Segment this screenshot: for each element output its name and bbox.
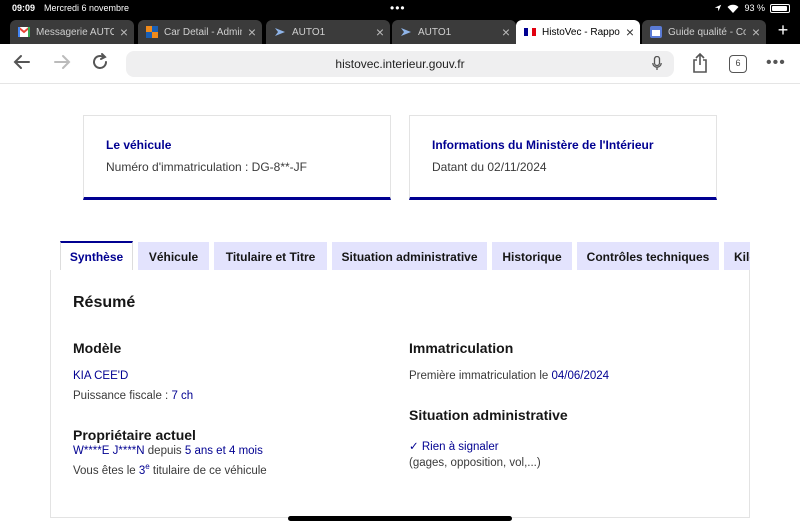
close-icon[interactable]: ×	[502, 24, 510, 40]
model-name: KIA CEE'D	[73, 370, 129, 382]
reload-icon	[93, 53, 107, 69]
browser-tab-title: Messagerie AUTO1	[36, 26, 114, 38]
admin-heading: Situation administrative	[409, 407, 568, 423]
close-icon[interactable]: ×	[752, 24, 760, 40]
vehicle-card-text: Numéro d'immatriculation : DG-8**-JF	[106, 160, 308, 174]
tab-titulaire[interactable]: Titulaire et Titre	[214, 242, 327, 271]
status-date: Mercredi 6 novembre	[44, 3, 130, 13]
tab-synthese[interactable]: Synthèse	[60, 241, 133, 271]
browser-tab-bar: Messagerie AUTO1 × Car Detail - Admin × …	[0, 18, 800, 44]
share-button[interactable]	[688, 52, 712, 76]
home-indicator[interactable]	[288, 516, 512, 521]
back-button[interactable]	[10, 52, 34, 76]
browser-tab[interactable]: Car Detail - Admin ×	[138, 20, 262, 44]
check-icon: ✓	[409, 441, 419, 453]
browser-tab-title: Car Detail - Admin	[164, 26, 242, 38]
registration-label: Première immatriculation le	[409, 370, 552, 382]
address-bar[interactable]: histovec.interieur.gouv.fr	[126, 51, 674, 77]
owner-rank-suffix: titulaire de ce véhicule	[149, 464, 267, 477]
ministry-card: Informations du Ministère de l'Intérieur…	[409, 115, 717, 200]
share-icon	[693, 52, 707, 73]
browser-tab-title: HistoVec - Rapport	[542, 26, 620, 38]
battery-icon	[770, 3, 790, 13]
ministry-card-text: Datant du 02/11/2024	[432, 160, 547, 174]
tab-kilometrage[interactable]: Kilométrage	[724, 242, 750, 271]
new-tab-button[interactable]: +	[772, 20, 794, 41]
tab-historique[interactable]: Historique	[492, 242, 572, 271]
browser-tab-title: AUTO1	[292, 26, 326, 38]
registration-date: 04/06/2024	[551, 370, 610, 382]
reload-button[interactable]	[88, 52, 112, 76]
tab-vehicule[interactable]: Véhicule	[138, 242, 209, 271]
browser-tab-title: AUTO1	[418, 26, 452, 38]
admin-status-line: ✓ Rien à signaler	[409, 439, 499, 453]
more-options-icon[interactable]: •••	[766, 54, 786, 72]
tab-situation-administrative[interactable]: Situation administrative	[332, 242, 487, 271]
cardetail-icon	[146, 26, 158, 38]
admin-detail: (gages, opposition, vol,...)	[409, 457, 541, 469]
multitasking-dots-icon[interactable]: •••	[390, 1, 406, 15]
owner-heading: Propriétaire actuel	[73, 427, 196, 443]
browser-tab-active[interactable]: HistoVec - Rapport ×	[516, 20, 640, 44]
battery-percent: 93 %	[744, 3, 765, 13]
admin-status: Rien à signaler	[421, 441, 499, 453]
fiscal-power: Puissance fiscale : 7 ch	[73, 390, 193, 402]
forward-button[interactable]	[50, 52, 74, 76]
report-tabs: Synthèse Véhicule Titulaire et Titre Sit…	[60, 241, 750, 271]
owner-since-value: 5 ans et 4 mois	[184, 445, 263, 457]
fiscal-power-value: 7 ch	[171, 390, 194, 402]
wifi-icon	[727, 4, 739, 13]
location-icon	[715, 4, 722, 12]
owner-rank: Vous êtes le 3e titulaire de ce véhicule	[73, 462, 267, 477]
registration-line: Première immatriculation le 04/06/2024	[409, 370, 609, 382]
owner-rank-prefix: Vous êtes le	[73, 464, 139, 477]
gmail-icon	[18, 26, 30, 38]
french-flag-icon	[524, 26, 536, 38]
status-time: 09:09	[12, 3, 36, 13]
status-bar: 09:09 Mercredi 6 novembre ••• 93 %	[0, 0, 800, 18]
summary-heading: Résumé	[73, 294, 136, 311]
tab-controles-techniques[interactable]: Contrôles techniques	[577, 242, 719, 271]
close-icon[interactable]: ×	[376, 24, 384, 40]
owner-line: W****E J****N depuis 5 ans et 4 mois	[73, 445, 263, 457]
calendar-icon	[650, 26, 662, 38]
close-icon[interactable]: ×	[626, 24, 634, 40]
close-icon[interactable]: ×	[120, 24, 128, 40]
ministry-card-title: Informations du Ministère de l'Intérieur	[432, 138, 654, 152]
back-arrow-icon	[13, 55, 30, 69]
registration-heading: Immatriculation	[409, 340, 514, 356]
summary-panel: Résumé Modèle KIA CEE'D Puissance fiscal…	[50, 270, 750, 518]
tab-count-button[interactable]: 6	[729, 55, 747, 73]
status-indicators: 93 %	[714, 3, 790, 13]
vehicle-card-title: Le véhicule	[106, 138, 172, 152]
browser-tab[interactable]: Messagerie AUTO1 ×	[10, 20, 134, 44]
browser-toolbar: histovec.interieur.gouv.fr 6 •••	[0, 44, 800, 84]
owner-since-label: depuis	[144, 445, 185, 457]
browser-tab[interactable]: AUTO1 ×	[392, 20, 516, 44]
microphone-icon[interactable]	[652, 56, 662, 71]
close-icon[interactable]: ×	[248, 24, 256, 40]
fiscal-power-label: Puissance fiscale :	[73, 390, 172, 402]
vehicle-card: Le véhicule Numéro d'immatriculation : D…	[83, 115, 391, 200]
browser-tab-title: Guide qualité - Confluence	[668, 26, 746, 38]
model-heading: Modèle	[73, 340, 122, 356]
forward-arrow-icon	[54, 55, 71, 69]
owner-name: W****E J****N	[73, 445, 145, 457]
url-text: histovec.interieur.gouv.fr	[335, 57, 465, 71]
browser-tab[interactable]: AUTO1 ×	[266, 20, 390, 44]
auto1-icon	[274, 26, 286, 38]
browser-tab[interactable]: Guide qualité - Confluence ×	[642, 20, 766, 44]
auto1-icon	[400, 26, 412, 38]
